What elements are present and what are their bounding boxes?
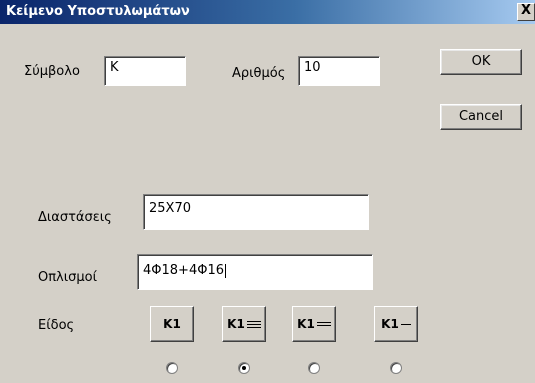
close-button[interactable]: X [517, 3, 535, 21]
title-bar: Κείμενο Υποστυλωμάτων X [0, 0, 535, 24]
type-label: Είδος [38, 318, 75, 333]
k1-inline-small-icon: K1 [381, 317, 399, 331]
type-radio-4[interactable] [390, 362, 402, 374]
single-line-icon [316, 321, 331, 327]
ok-button[interactable]: OK [440, 49, 522, 75]
k1-single-underline-icon: K1 [297, 317, 315, 331]
type-option-2-button[interactable]: K1 [222, 306, 266, 342]
type-option-3-button[interactable]: K1 [292, 306, 336, 342]
dimensions-label: Διαστάσεις [38, 210, 112, 225]
type-option-4-button[interactable]: K1 [374, 306, 418, 342]
double-line-icon [246, 320, 261, 329]
type-option-1-button[interactable]: K1 [150, 306, 194, 342]
cancel-button[interactable]: Cancel [440, 104, 522, 130]
text-cursor [224, 263, 226, 278]
close-icon: X [520, 3, 532, 18]
dimensions-input[interactable]: 25X70 [143, 194, 369, 230]
type-radio-3[interactable] [308, 362, 320, 374]
k1-double-underline-icon: K1 [227, 317, 245, 331]
type-radio-1[interactable] [166, 362, 178, 374]
symbol-input[interactable]: K [104, 56, 186, 86]
type-radio-2[interactable] [238, 362, 250, 374]
window-title: Κείμενο Υποστυλωμάτων [6, 4, 190, 19]
reinforcement-label: Οπλισμοί [38, 270, 98, 285]
k1-plain-icon: K1 [163, 317, 181, 331]
number-label: Αριθμός [232, 66, 286, 81]
small-text-icon [400, 323, 411, 326]
symbol-label: Σύμβολο [24, 64, 80, 79]
number-input[interactable]: 10 [298, 56, 380, 86]
reinforcement-value: 4Φ18+4Φ16 [143, 263, 224, 278]
reinforcement-input[interactable]: 4Φ18+4Φ16 [137, 254, 373, 290]
